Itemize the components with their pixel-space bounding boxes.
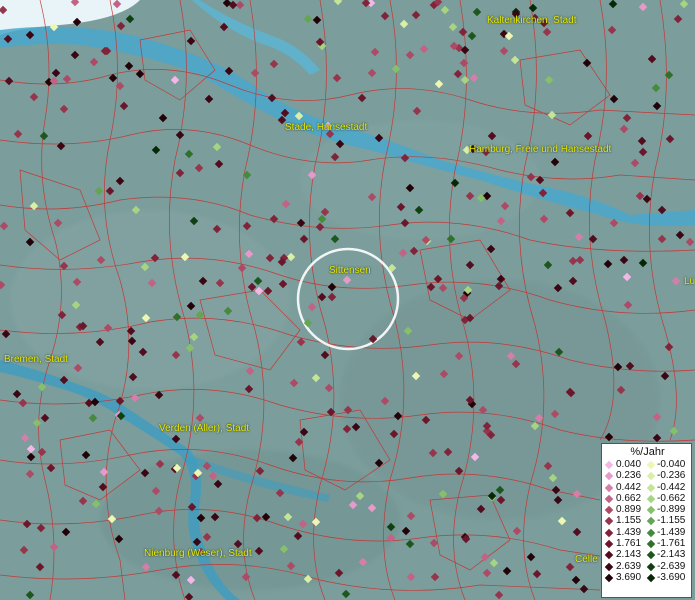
legend-value-negative: -1.439 [657, 526, 686, 538]
legend-rows: 0.040 -0.040 0.236 -0.236 0.442 -0.442 0.662 -0… [602, 459, 693, 583]
legend-swatch-negative [646, 472, 656, 481]
legend-value-negative: -2.639 [657, 560, 686, 572]
legend-row: 0.662 -0.662 [602, 493, 693, 504]
legend-row: 2.639 -2.639 [602, 561, 693, 572]
legend-swatch-positive [604, 551, 614, 560]
legend-swatch-negative [646, 517, 656, 526]
legend-value-negative: -0.236 [657, 470, 686, 482]
place-label-celle: Celle [575, 554, 598, 565]
legend-value-negative: -0.899 [657, 504, 686, 516]
legend-value-positive: 0.236 [616, 470, 642, 482]
legend-swatch-positive [604, 562, 614, 571]
place-label-sittensen: Sittensen [329, 265, 371, 276]
legend-value-positive: 0.662 [616, 492, 642, 504]
legend-swatch-positive [604, 505, 614, 515]
legend-row: 1.439 -1.439 [602, 527, 693, 538]
legend-value-negative: -0.662 [657, 492, 686, 504]
legend-row: 1.761 -1.761 [602, 538, 693, 549]
place-label-hamburg: Hamburg, Freie und Hansestadt [469, 144, 612, 155]
legend-value-negative: -2.143 [657, 549, 686, 561]
legend-value-positive: 3.690 [616, 571, 642, 583]
legend-value-positive: 1.439 [616, 526, 642, 538]
legend-value-negative: -0.040 [657, 459, 686, 470]
legend-value-positive: 2.143 [616, 549, 642, 561]
place-label-stade: Stade, Hansestadt [285, 122, 368, 133]
legend-swatch-negative [646, 573, 656, 583]
legend-value-positive: 0.899 [616, 504, 642, 516]
legend-swatch-negative [646, 460, 656, 470]
legend-row: 2.143 -2.143 [602, 549, 693, 560]
legend-swatch-positive [604, 517, 614, 526]
legend-row: 0.899 -0.899 [602, 504, 693, 515]
legend-row: 0.040 -0.040 [602, 459, 693, 470]
legend-swatch-negative [646, 505, 656, 515]
legend-value-positive: 0.040 [616, 459, 642, 470]
legend-swatch-negative [646, 539, 656, 549]
legend-swatch-positive [604, 472, 614, 481]
legend-swatch-positive [604, 573, 614, 583]
legend-value-positive: 0.442 [616, 481, 642, 493]
legend-value-positive: 1.155 [616, 515, 642, 527]
map-canvas[interactable] [0, 0, 695, 600]
legend-value-negative: -1.761 [657, 538, 686, 550]
legend-row: 0.442 -0.442 [602, 482, 693, 493]
legend-value-positive: 1.761 [616, 538, 642, 550]
legend-swatch-positive [604, 539, 614, 549]
legend: %/Jahr 0.040 -0.040 0.236 -0.236 0.442 -0.442… [601, 443, 692, 598]
legend-value-negative: -3.690 [657, 571, 686, 583]
legend-swatch-negative [646, 562, 656, 571]
legend-swatch-negative [646, 483, 656, 492]
legend-swatch-negative [646, 551, 656, 560]
legend-swatch-positive [604, 483, 614, 492]
legend-swatch-negative [646, 494, 656, 504]
legend-title: %/Jahr [630, 446, 665, 458]
place-label-partial-right: Lu [684, 276, 695, 287]
legend-swatch-negative [646, 528, 656, 538]
legend-value-positive: 2.639 [616, 560, 642, 572]
place-label-kaltenkirchen: Kaltenkirchen, Stadt [487, 15, 577, 26]
legend-swatch-positive [604, 528, 614, 538]
legend-value-negative: -1.155 [657, 515, 686, 527]
place-label-verden: Verden (Aller), Stadt [159, 423, 250, 434]
place-label-bremen: Bremen, Stadt [4, 354, 68, 365]
legend-value-negative: -0.442 [657, 481, 686, 493]
place-label-nienburg: Nienburg (Weser), Stadt [144, 548, 252, 559]
legend-row: 3.690 -3.690 [602, 572, 693, 583]
legend-row: 1.155 -1.155 [602, 515, 693, 526]
legend-row: 0.236 -0.236 [602, 470, 693, 481]
legend-swatch-positive [604, 460, 614, 470]
legend-swatch-positive [604, 494, 614, 504]
